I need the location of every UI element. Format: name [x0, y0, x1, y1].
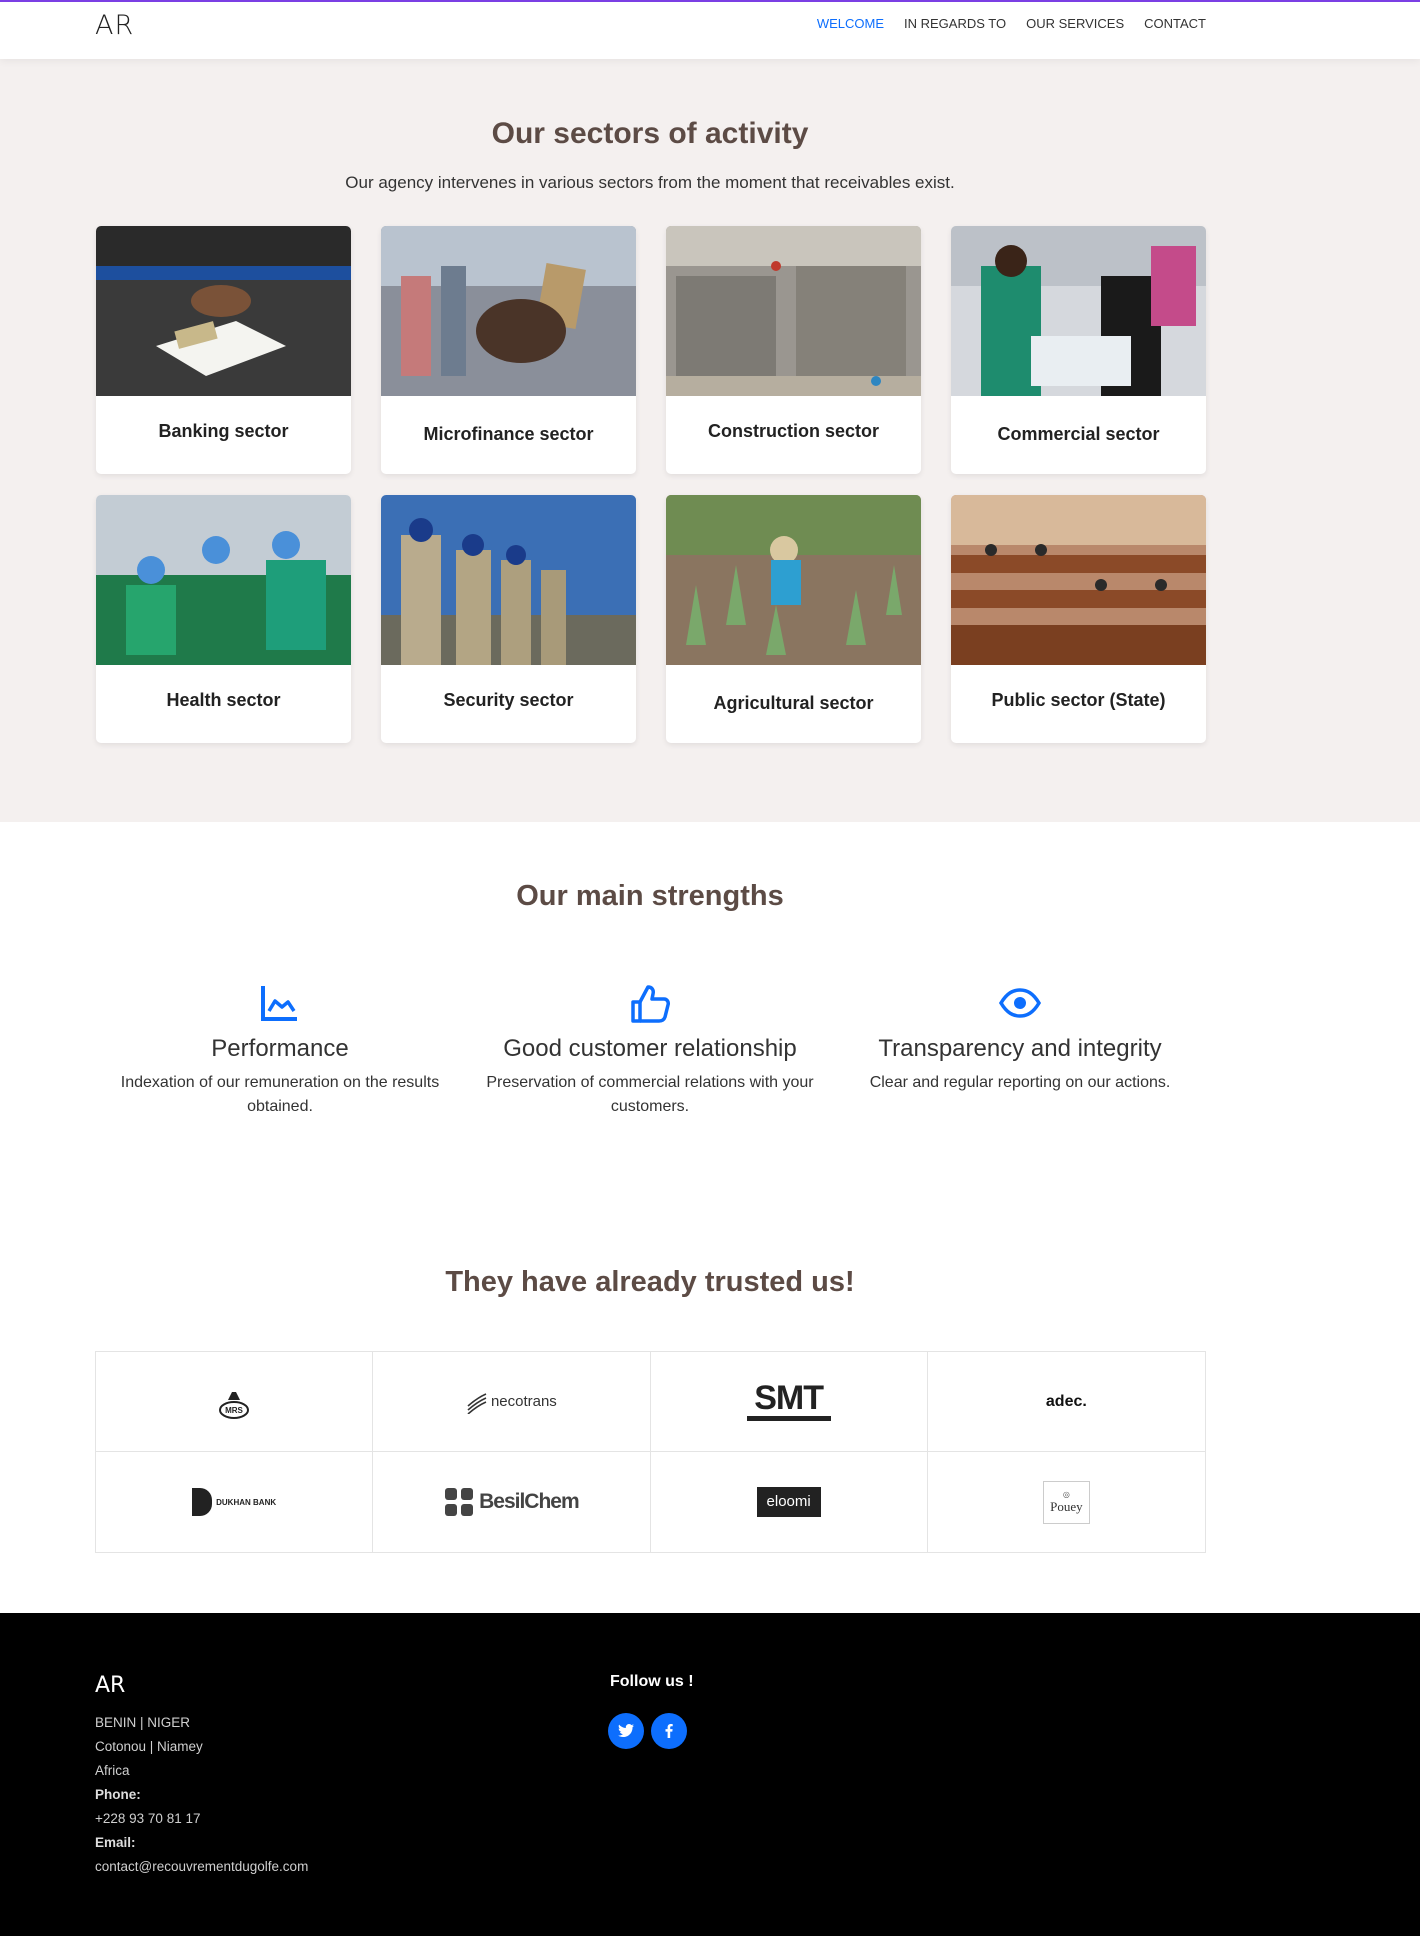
dukhan-bank-logo: DUKHAN BANK — [192, 1488, 276, 1516]
sector-label: Public sector (State) — [991, 690, 1166, 710]
twitter-icon — [618, 1724, 634, 1737]
sector-label: Agricultural sector — [713, 693, 874, 713]
trusted-title: They have already trusted us! — [445, 1266, 855, 1298]
nav-our-services[interactable]: OUR SERVICES — [1026, 16, 1124, 31]
sector-label: Health sector — [166, 690, 281, 710]
besilchem-mark — [445, 1488, 474, 1516]
sector-label: Microfinance sector — [423, 424, 594, 444]
sectors-subtitle: Our agency intervenes in various sectors… — [345, 173, 955, 192]
sector-card-public[interactable]: Public sector (State) — [951, 495, 1206, 743]
site-header: AR WELCOME IN REGARDS TO OUR SERVICES CO… — [0, 0, 1420, 59]
client-logo-cell: SMT — [650, 1352, 928, 1452]
client-logo-cell: BesilChem — [373, 1452, 651, 1552]
necotrans-text: necotrans — [490, 1393, 557, 1410]
client-logo-grid: MRS necotrans SMT adec. DUKHAN BANK Besi… — [95, 1351, 1206, 1553]
security-photo — [381, 495, 636, 665]
smt-logo: SMT — [746, 1379, 831, 1421]
footer-region: Africa — [95, 1763, 130, 1778]
construction-photo — [666, 226, 921, 396]
footer-cities: Cotonou | Niamey — [95, 1739, 203, 1754]
nav-welcome[interactable]: WELCOME — [817, 16, 884, 31]
sector-label: Banking sector — [158, 421, 289, 441]
mrs-logo: MRS — [219, 1391, 250, 1419]
microfinance-photo — [381, 226, 636, 396]
agricultural-photo — [666, 495, 921, 665]
strength-text: Preservation of commercial relations wit… — [486, 1074, 814, 1115]
pouey-logo: ◎ Pouey — [1043, 1480, 1090, 1524]
main-nav: WELCOME IN REGARDS TO OUR SERVICES CONTA… — [817, 16, 1206, 31]
client-logo-cell: necotrans — [373, 1352, 651, 1452]
banking-photo — [96, 226, 351, 396]
commercial-photo — [951, 226, 1206, 396]
sector-label: Commercial sector — [997, 424, 1160, 444]
sector-card-agricultural[interactable]: Agricultural sector — [666, 495, 921, 743]
besilchem-text: BesilChem — [479, 1490, 580, 1513]
footer-phone[interactable]: +228 93 70 81 17 — [95, 1807, 308, 1831]
smt-bar — [746, 1416, 831, 1421]
adec-logo: adec. — [1045, 1392, 1087, 1410]
site-logo[interactable]: AR — [95, 10, 134, 41]
footer-logo[interactable]: AR — [95, 1673, 125, 1698]
public-sector-photo — [951, 495, 1206, 665]
smt-text: SMT — [754, 1379, 824, 1417]
necotrans-mark — [467, 1392, 487, 1414]
footer-follow-heading: Follow us ! — [610, 1673, 694, 1690]
svg-text:MRS: MRS — [225, 1406, 243, 1415]
pouey-mark: ◎ — [1062, 1489, 1070, 1499]
footer-countries: BENIN | NIGER — [95, 1715, 191, 1730]
strength-performance: Performance Indexation of our remunerati… — [110, 983, 450, 1119]
strengths-title: Our main strengths — [516, 880, 784, 912]
strength-customer-relationship: Good customer relationship Preservation … — [480, 983, 820, 1119]
client-logo-cell: ◎ Pouey — [928, 1452, 1205, 1552]
client-logo-cell: MRS — [96, 1352, 374, 1452]
footer-email[interactable]: contact@recouvrementdugolfe.com — [95, 1855, 308, 1879]
strength-text: Indexation of our remuneration on the re… — [120, 1074, 440, 1115]
eloomi-text: eloomi — [766, 1493, 811, 1510]
footer-email-label: Email: — [95, 1835, 136, 1850]
strength-text: Clear and regular reporting on our actio… — [869, 1074, 1171, 1091]
eye-icon — [998, 988, 1042, 1018]
strength-heading: Transparency and integrity — [878, 1035, 1162, 1062]
nav-in-regards-to[interactable]: IN REGARDS TO — [904, 16, 1006, 31]
nav-contact[interactable]: CONTACT — [1144, 16, 1206, 31]
besilchem-logo: BesilChem — [444, 1487, 580, 1517]
facebook-icon — [665, 1724, 673, 1738]
sector-label: Construction sector — [707, 421, 880, 441]
strength-transparency: Transparency and integrity Clear and reg… — [850, 983, 1190, 1095]
necotrans-logo: necotrans — [466, 1390, 557, 1414]
pouey-text: Pouey — [1050, 1498, 1083, 1514]
sector-card-security[interactable]: Security sector — [381, 495, 636, 743]
chart-icon — [261, 986, 297, 1021]
client-logo-cell: DUKHAN BANK — [96, 1452, 374, 1552]
sector-label: Security sector — [443, 690, 574, 710]
sector-card-construction[interactable]: Construction sector — [666, 226, 921, 474]
footer-phone-label: Phone: — [95, 1787, 141, 1802]
dukhan-mark — [192, 1488, 213, 1516]
thumbs-up-icon — [631, 985, 670, 1023]
strength-heading: Good customer relationship — [503, 1035, 797, 1062]
health-photo — [96, 495, 351, 665]
sectors-section: Our sectors of activity Our agency inter… — [0, 59, 1420, 822]
sector-card-health[interactable]: Health sector — [96, 495, 351, 743]
eloomi-logo: eloomi — [756, 1487, 821, 1517]
dukhan-text: DUKHAN BANK — [216, 1497, 277, 1507]
footer-contact-info: BENIN | NIGER Cotonou | Niamey Africa Ph… — [95, 1711, 308, 1879]
twitter-button[interactable] — [608, 1713, 644, 1749]
client-logo-cell: adec. — [927, 1352, 1205, 1452]
client-logo-cell: eloomi — [651, 1452, 928, 1552]
sectors-title: Our sectors of activity — [491, 117, 809, 150]
sector-card-microfinance[interactable]: Microfinance sector — [381, 226, 636, 474]
sector-card-commercial[interactable]: Commercial sector — [951, 226, 1206, 474]
site-footer: AR BENIN | NIGER Cotonou | Niamey Africa… — [0, 1613, 1420, 1936]
strength-heading: Performance — [211, 1035, 349, 1062]
facebook-button[interactable] — [651, 1713, 687, 1749]
sector-card-banking[interactable]: Banking sector — [96, 226, 351, 474]
